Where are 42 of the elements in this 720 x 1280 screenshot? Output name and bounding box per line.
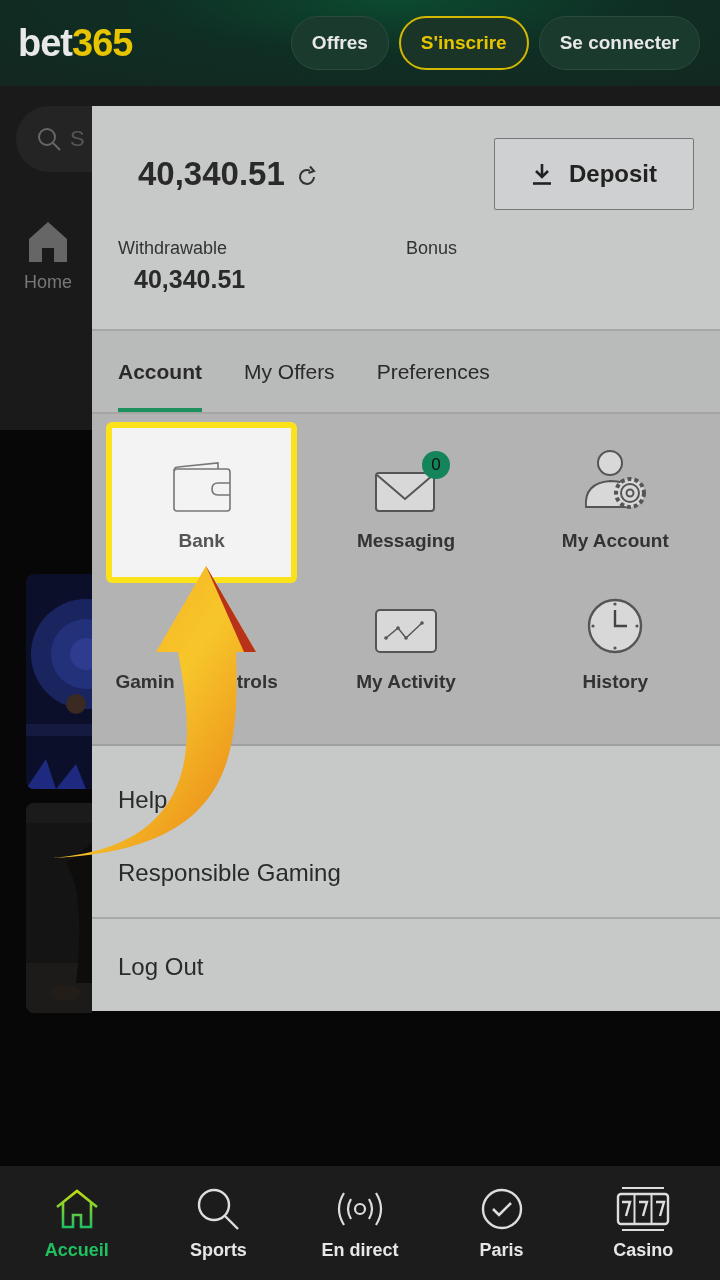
menu-link[interactable]: Responsible Gaming xyxy=(118,859,341,887)
check-circle-icon xyxy=(479,1186,524,1231)
withdrawable-amount: 40,340.51 xyxy=(134,265,247,294)
balance-amount: 40,340.51 xyxy=(138,155,285,193)
menu-tile[interactable]: 0 Messaging xyxy=(301,436,511,577)
nav-item[interactable]: Casino xyxy=(598,1185,689,1261)
nav-item[interactable]: Paris xyxy=(456,1185,547,1261)
tile-label: History xyxy=(582,671,649,693)
download-icon xyxy=(531,162,553,186)
menu-tile[interactable]: My Account xyxy=(510,436,720,577)
deposit-button[interactable]: Deposit xyxy=(494,138,694,210)
slot-machine-icon xyxy=(616,1185,671,1232)
home-icon[interactable] xyxy=(28,220,68,262)
tile-label: Messaging xyxy=(356,530,456,552)
tile-label: My Account xyxy=(561,530,669,552)
menu-link[interactable]: Help xyxy=(118,786,168,814)
nav-item[interactable]: Sports xyxy=(173,1185,264,1261)
nav-item[interactable]: Accueil xyxy=(31,1185,122,1261)
header-button[interactable]: Offres xyxy=(290,16,389,70)
logo[interactable]: bet365 xyxy=(18,21,133,65)
tile-label: Gamin xyxy=(115,671,175,693)
header-button[interactable]: S'inscrire xyxy=(398,16,529,70)
tab[interactable]: Preferences xyxy=(376,330,490,412)
clock-icon xyxy=(587,598,644,654)
chart-icon xyxy=(374,608,438,654)
tile-label: My Activity xyxy=(356,671,456,693)
tile-label: trols xyxy=(236,671,278,693)
header-button[interactable]: Se connecter xyxy=(538,16,700,70)
home-label: Home xyxy=(24,272,72,293)
search-icon xyxy=(36,126,62,152)
tab[interactable]: My Offers xyxy=(244,330,335,412)
withdrawable-label: Withdrawable xyxy=(118,238,229,259)
menu-tile[interactable]: History xyxy=(510,577,720,718)
search-icon xyxy=(196,1186,241,1231)
nav-item[interactable]: En direct xyxy=(315,1185,405,1261)
count-badge: 0 xyxy=(422,451,450,479)
menu-tile[interactable]: My Activity xyxy=(301,577,511,718)
menu-link[interactable]: Log Out xyxy=(118,953,204,981)
menu-tile[interactable]: Bank xyxy=(106,422,298,583)
wallet-icon xyxy=(171,461,232,513)
bonus-label: Bonus xyxy=(406,238,458,260)
tile-label: Bank xyxy=(178,530,225,552)
